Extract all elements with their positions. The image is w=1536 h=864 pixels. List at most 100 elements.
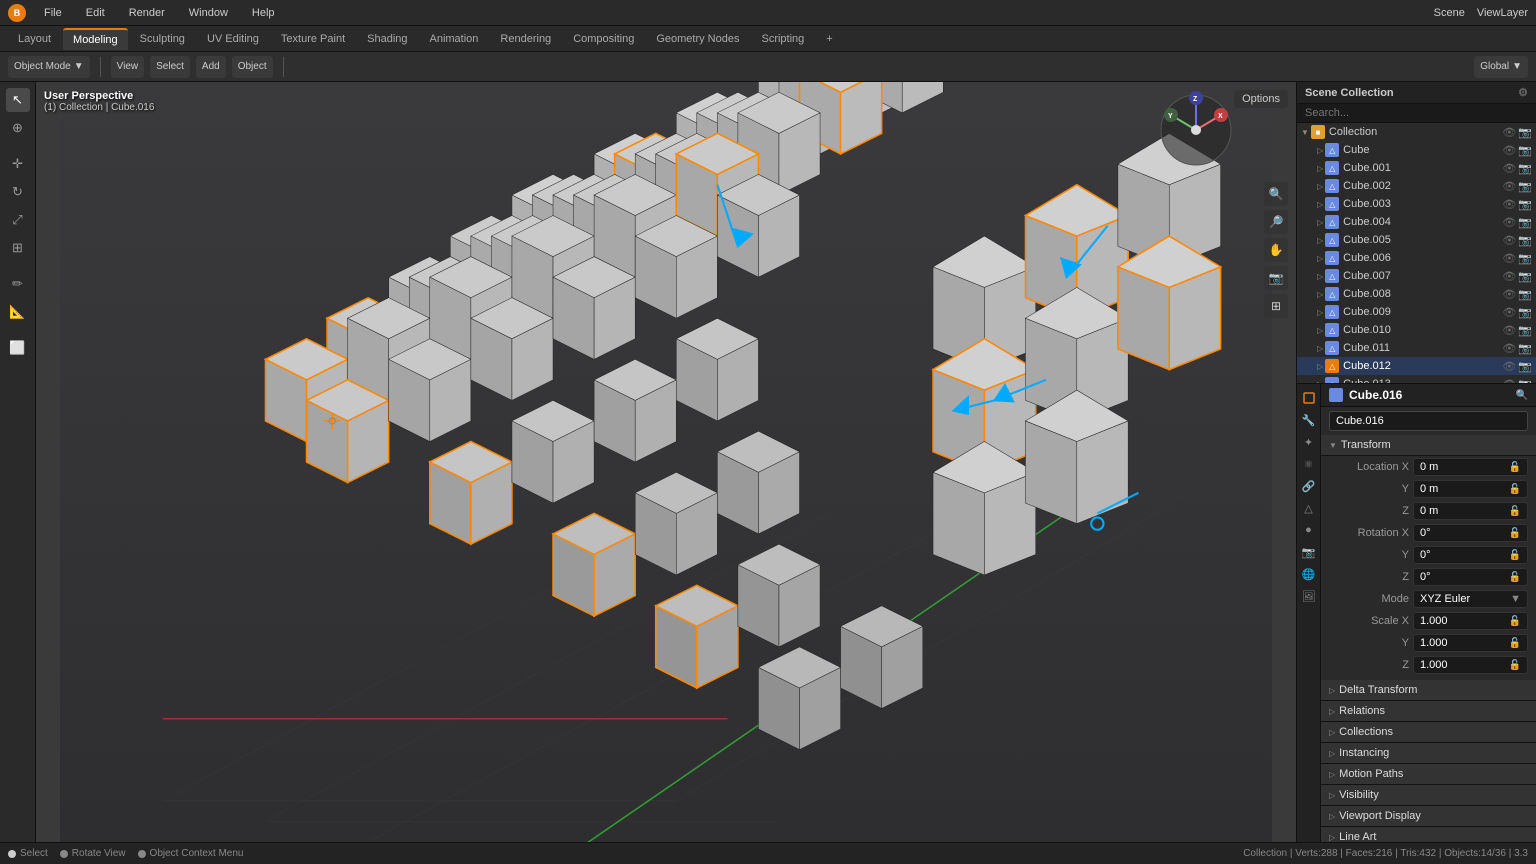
outliner-cube002-row[interactable]: ▷ △ Cube.002 👁📷 (1297, 177, 1536, 195)
menu-window[interactable]: Window (183, 5, 234, 21)
outliner-search-input[interactable] (1297, 104, 1536, 123)
tool-measure[interactable]: 📐 (6, 300, 30, 324)
camera-btn[interactable]: 📷 (1264, 266, 1288, 290)
collections-header[interactable]: ▷ Collections (1321, 722, 1536, 743)
tool-scale[interactable]: ⤢ (6, 208, 30, 232)
props-icon-constraints[interactable]: 🔗 (1299, 476, 1319, 496)
object-menu[interactable]: Object (232, 56, 273, 78)
tool-move[interactable]: ✛ (6, 152, 30, 176)
props-icon-modifier[interactable]: 🔧 (1299, 410, 1319, 430)
options-button[interactable]: Options (1234, 90, 1288, 108)
tab-shading[interactable]: Shading (357, 29, 417, 49)
tab-texture-paint[interactable]: Texture Paint (271, 29, 355, 49)
rotation-y-lock[interactable]: 🔓 (1509, 550, 1521, 561)
mode-selector[interactable]: Object Mode ▼ (8, 56, 90, 78)
menu-render[interactable]: Render (123, 5, 171, 21)
props-icon-physics[interactable]: ⚛ (1299, 454, 1319, 474)
props-icon-render[interactable]: 🖼 (1299, 586, 1319, 606)
props-icon-object[interactable] (1299, 388, 1319, 408)
scale-y-lock[interactable]: 🔓 (1509, 638, 1521, 649)
tool-select[interactable]: ↖ (6, 88, 30, 112)
menu-file[interactable]: File (38, 5, 68, 21)
rotation-x-lock[interactable]: 🔓 (1509, 528, 1521, 539)
props-icon-data[interactable]: △ (1299, 498, 1319, 518)
grid-btn[interactable]: ⊞ (1264, 294, 1288, 318)
outliner-cube011-row[interactable]: ▷ △ Cube.011 👁📷 (1297, 339, 1536, 357)
tab-scripting[interactable]: Scripting (751, 29, 814, 49)
tab-sculpting[interactable]: Sculpting (130, 29, 195, 49)
scale-y-value[interactable]: 1.000 🔓 (1413, 634, 1528, 652)
outliner-cube009-row[interactable]: ▷ △ Cube.009 👁📷 (1297, 303, 1536, 321)
3d-viewport[interactable]: User Perspective (1) Collection | Cube.0… (36, 82, 1296, 842)
tab-uv-editing[interactable]: UV Editing (197, 29, 269, 49)
props-icon-material[interactable]: ● (1299, 520, 1319, 540)
rotation-y-value[interactable]: 0° 🔓 (1413, 546, 1528, 564)
motion-paths-header[interactable]: ▷ Motion Paths (1321, 764, 1536, 785)
tab-compositing[interactable]: Compositing (563, 29, 644, 49)
transform-selector[interactable]: Global ▼ (1474, 56, 1528, 78)
props-search-icon[interactable]: 🔍 (1516, 390, 1528, 401)
delta-transform-header[interactable]: ▷ Delta Transform (1321, 680, 1536, 701)
outliner-collection-row[interactable]: ▼ ■ Collection 👁 📷 (1297, 123, 1536, 141)
outliner-cube006-row[interactable]: ▷ △ Cube.006 👁📷 (1297, 249, 1536, 267)
scale-z-value[interactable]: 1.000 🔓 (1413, 656, 1528, 674)
navigation-gizmo[interactable]: X Y Z (1156, 90, 1236, 170)
scale-x-lock[interactable]: 🔓 (1509, 616, 1521, 627)
tab-rendering[interactable]: Rendering (490, 29, 561, 49)
render-icon[interactable]: 📷 (1518, 126, 1532, 139)
location-x-value[interactable]: 0 m 🔓 (1413, 458, 1528, 476)
outliner-cube010-row[interactable]: ▷ △ Cube.010 👁📷 (1297, 321, 1536, 339)
rotation-z-lock[interactable]: 🔓 (1509, 572, 1521, 583)
outliner-cube005-row[interactable]: ▷ △ Cube.005 👁📷 (1297, 231, 1536, 249)
outliner-cube004-row[interactable]: ▷ △ Cube.004 👁📷 (1297, 213, 1536, 231)
zoom-out-btn[interactable]: 🔎 (1264, 210, 1288, 234)
add-menu[interactable]: Add (196, 56, 226, 78)
viewport-display-header[interactable]: ▷ Viewport Display (1321, 806, 1536, 827)
location-x-lock[interactable]: 🔓 (1509, 462, 1521, 473)
tool-cursor[interactable]: ⊕ (6, 116, 30, 140)
pan-btn[interactable]: ✋ (1264, 238, 1288, 262)
scale-x-value[interactable]: 1.000 🔓 (1413, 612, 1528, 630)
outliner-cube012-row[interactable]: ▷ △ Cube.012 👁📷 (1297, 357, 1536, 375)
zoom-in-btn[interactable]: 🔍 (1264, 182, 1288, 206)
rotation-x-value[interactable]: 0° 🔓 (1413, 524, 1528, 542)
outliner-cube-row[interactable]: ▷ △ Cube 👁📷 (1297, 141, 1536, 159)
outliner-cube008-row[interactable]: ▷ △ Cube.008 👁📷 (1297, 285, 1536, 303)
scale-z-lock[interactable]: 🔓 (1509, 660, 1521, 671)
location-y-value[interactable]: 0 m 🔓 (1413, 480, 1528, 498)
tab-layout[interactable]: Layout (8, 29, 61, 49)
tool-transform[interactable]: ⊞ (6, 236, 30, 260)
transform-section-header[interactable]: ▼ Transform (1321, 435, 1536, 456)
tool-annotate[interactable]: ✏ (6, 272, 30, 296)
rotation-mode-value[interactable]: XYZ Euler ▼ (1413, 590, 1528, 608)
view-menu[interactable]: View (111, 56, 145, 78)
props-icon-scene[interactable]: 📷 (1299, 542, 1319, 562)
collection-expand-icon[interactable]: ▼ (1301, 128, 1309, 137)
outliner-cube013-row[interactable]: ▷ △ Cube.013 👁📷 (1297, 375, 1536, 384)
props-icon-particles[interactable]: ✦ (1299, 432, 1319, 452)
tab-animation[interactable]: Animation (420, 29, 489, 49)
tab-add[interactable]: + (816, 29, 842, 49)
line-art-header[interactable]: ▷ Line Art (1321, 827, 1536, 842)
tool-add-cube[interactable]: ⬜ (6, 336, 30, 360)
menu-help[interactable]: Help (246, 5, 281, 21)
tool-rotate[interactable]: ↻ (6, 180, 30, 204)
outliner-cube007-row[interactable]: ▷ △ Cube.007 👁📷 (1297, 267, 1536, 285)
tab-modeling[interactable]: Modeling (63, 28, 128, 50)
select-menu[interactable]: Select (150, 56, 190, 78)
outliner-cube003-row[interactable]: ▷ △ Cube.003 👁📷 (1297, 195, 1536, 213)
tab-geometry-nodes[interactable]: Geometry Nodes (646, 29, 749, 49)
outliner-cube001-row[interactable]: ▷ △ Cube.001 👁📷 (1297, 159, 1536, 177)
instancing-header[interactable]: ▷ Instancing (1321, 743, 1536, 764)
location-z-value[interactable]: 0 m 🔓 (1413, 502, 1528, 520)
object-name-field[interactable] (1329, 411, 1528, 431)
props-icon-world[interactable]: 🌐 (1299, 564, 1319, 584)
visibility-icon[interactable]: 👁 (1502, 126, 1516, 139)
location-y-lock[interactable]: 🔓 (1509, 484, 1521, 495)
relations-header[interactable]: ▷ Relations (1321, 701, 1536, 722)
rotation-z-value[interactable]: 0° 🔓 (1413, 568, 1528, 586)
location-z-lock[interactable]: 🔓 (1509, 506, 1521, 517)
menu-edit[interactable]: Edit (80, 5, 111, 21)
outliner-filter-icon[interactable]: ⚙ (1518, 86, 1528, 99)
visibility-header[interactable]: ▷ Visibility (1321, 785, 1536, 806)
